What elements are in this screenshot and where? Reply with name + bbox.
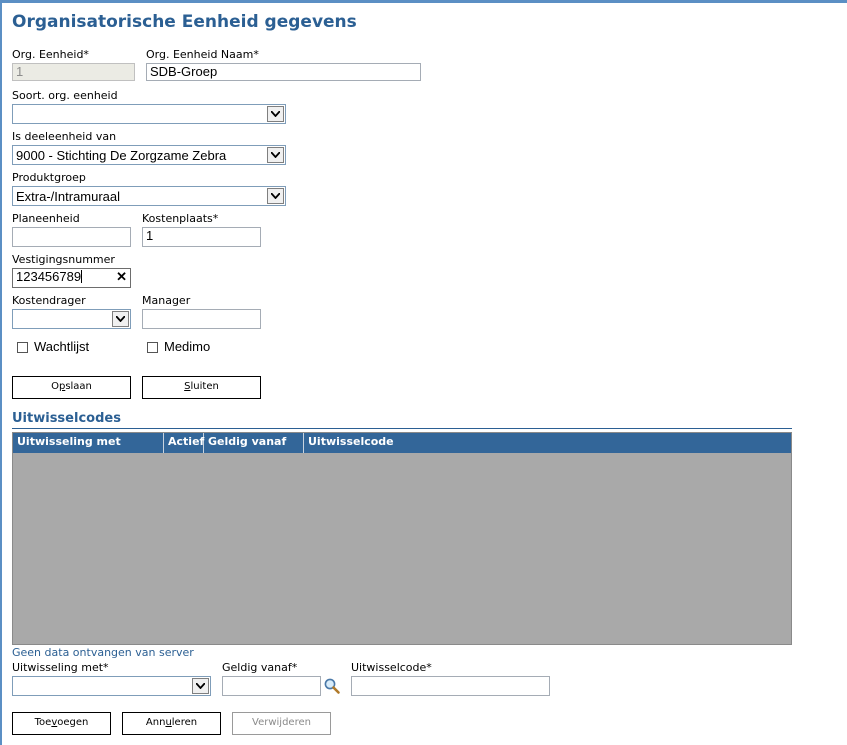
uitwisselcodes-grid[interactable]: Uitwisseling met Actief Geldig vanaf Uit… bbox=[12, 432, 792, 645]
section-divider bbox=[12, 428, 792, 429]
grid-status-message: Geen data ontvangen van server bbox=[12, 646, 194, 659]
org-eenheid-naam-label: Org. Eenheid Naam* bbox=[146, 48, 259, 61]
vestigingsnummer-field[interactable]: 123456789 ✕ bbox=[12, 268, 131, 288]
verwijderen-button[interactable]: Verwijderen bbox=[232, 712, 331, 735]
manager-label: Manager bbox=[142, 294, 191, 307]
sluiten-button[interactable]: Sluiten bbox=[142, 376, 261, 399]
org-eenheid-naam-field[interactable]: SDB-Groep bbox=[146, 63, 421, 81]
soort-org-eenheid-select[interactable] bbox=[12, 104, 286, 124]
uitwisselcode-label: Uitwisselcode* bbox=[351, 661, 432, 674]
manager-field[interactable] bbox=[142, 309, 261, 329]
column-header-geldig-vanaf[interactable]: Geldig vanaf bbox=[204, 433, 304, 453]
toevoegen-label-pre: Toe bbox=[34, 717, 52, 728]
is-deeleenheid-van-value: 9000 - Stichting De Zorgzame Zebra bbox=[16, 148, 227, 163]
column-header-uitwisseling-met[interactable]: Uitwisseling met bbox=[13, 433, 164, 453]
uitwisselcodes-section-title: Uitwisselcodes bbox=[12, 411, 121, 426]
magnifier-icon[interactable] bbox=[323, 677, 341, 695]
chevron-down-icon[interactable] bbox=[267, 106, 284, 122]
geldig-vanaf-field[interactable] bbox=[222, 676, 321, 696]
annuleren-label-pre: Ann bbox=[145, 717, 166, 728]
kostendrager-label: Kostendrager bbox=[12, 294, 86, 307]
opslaan-button[interactable]: Opslaan bbox=[12, 376, 131, 399]
kostendrager-select[interactable] bbox=[12, 309, 131, 329]
sluiten-label-post: luiten bbox=[190, 381, 219, 392]
window-left-border bbox=[0, 0, 2, 745]
org-eenheid-field: 1 bbox=[12, 63, 135, 81]
medimo-label: Medimo bbox=[164, 339, 211, 354]
planeenheid-field[interactable] bbox=[12, 227, 131, 247]
wachtlijst-checkbox[interactable] bbox=[17, 342, 28, 353]
toevoegen-button[interactable]: Toevoegen bbox=[12, 712, 111, 735]
uitwisselcode-field[interactable] bbox=[351, 676, 550, 696]
chevron-down-icon[interactable] bbox=[267, 188, 284, 204]
toevoegen-label-post: oegen bbox=[57, 717, 89, 728]
chevron-down-icon[interactable] bbox=[112, 311, 129, 327]
close-icon[interactable]: ✕ bbox=[116, 269, 127, 285]
is-deeleenheid-van-label: Is deeleenheid van bbox=[12, 130, 117, 143]
grid-header: Uitwisseling met Actief Geldig vanaf Uit… bbox=[13, 433, 791, 453]
opslaan-label-post: slaan bbox=[65, 381, 92, 392]
produktgroep-select[interactable]: Extra-/Intramuraal bbox=[12, 186, 286, 206]
kostenplaats-label: Kostenplaats* bbox=[142, 212, 219, 225]
uitwisseling-met-label: Uitwisseling met* bbox=[12, 661, 109, 674]
window-top-border bbox=[0, 0, 847, 3]
planeenheid-label: Planeenheid bbox=[12, 212, 80, 225]
vestigingsnummer-value: 123456789 bbox=[16, 269, 82, 284]
text-caret bbox=[81, 270, 83, 283]
wachtlijst-label: Wachtlijst bbox=[34, 339, 90, 354]
column-header-actief[interactable]: Actief bbox=[164, 433, 204, 453]
org-eenheid-label: Org. Eenheid* bbox=[12, 48, 89, 61]
column-header-uitwisselcode[interactable]: Uitwisselcode bbox=[304, 433, 791, 453]
kostenplaats-field[interactable]: 1 bbox=[142, 227, 261, 247]
annuleren-label-post: leren bbox=[171, 717, 198, 728]
produktgroep-value: Extra-/Intramuraal bbox=[16, 189, 121, 204]
chevron-down-icon[interactable] bbox=[192, 678, 209, 694]
annuleren-button[interactable]: Annuleren bbox=[122, 712, 221, 735]
page-title: Organisatorische Eenheid gegevens bbox=[12, 12, 357, 32]
medimo-checkbox[interactable] bbox=[147, 342, 158, 353]
uitwisseling-met-select[interactable] bbox=[12, 676, 211, 696]
soort-org-eenheid-label: Soort. org. eenheid bbox=[12, 89, 118, 102]
vestigingsnummer-label: Vestigingsnummer bbox=[12, 253, 115, 266]
chevron-down-icon[interactable] bbox=[267, 147, 284, 163]
geldig-vanaf-label: Geldig vanaf* bbox=[222, 661, 298, 674]
is-deeleenheid-van-select[interactable]: 9000 - Stichting De Zorgzame Zebra bbox=[12, 145, 286, 165]
opslaan-label-pre: O bbox=[51, 381, 59, 392]
produktgroep-label: Produktgroep bbox=[12, 171, 86, 184]
